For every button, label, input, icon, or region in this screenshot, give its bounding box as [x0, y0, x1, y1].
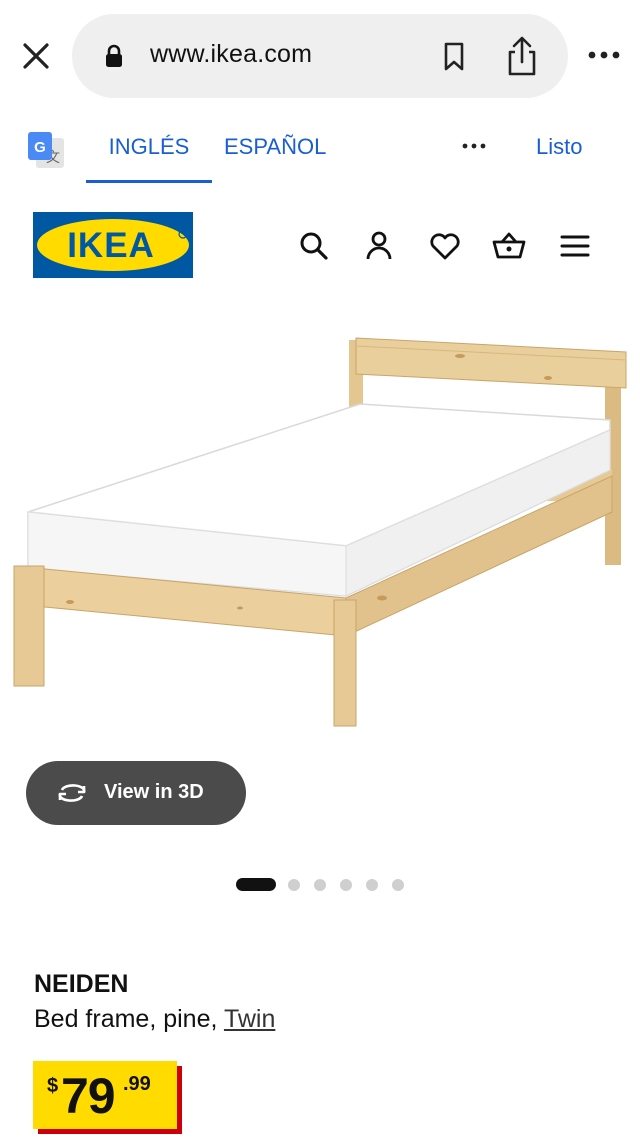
- url-text: www.ikea.com: [150, 40, 313, 68]
- tab-source-language[interactable]: INGLÉS: [86, 112, 212, 183]
- carousel-dot-active[interactable]: [236, 878, 276, 891]
- price-whole: 79: [61, 1068, 116, 1124]
- view-in-3d-button[interactable]: View in 3D: [26, 761, 246, 825]
- done-button[interactable]: Listo: [536, 112, 582, 180]
- tab-target-language[interactable]: ESPAÑOL: [224, 112, 326, 180]
- product-description: Bed frame, pine, Twin: [34, 1005, 275, 1034]
- address-bar[interactable]: www.ikea.com: [72, 14, 568, 98]
- product-image[interactable]: [0, 300, 640, 760]
- share-icon: [508, 36, 536, 76]
- svg-text:G: G: [34, 139, 46, 156]
- rotate-3d-icon: [58, 784, 86, 802]
- close-button[interactable]: [18, 38, 54, 74]
- basket-button[interactable]: [491, 228, 527, 264]
- share-button[interactable]: [502, 34, 542, 78]
- carousel-dot[interactable]: [288, 879, 300, 891]
- search-icon: [300, 232, 328, 260]
- search-button[interactable]: [296, 228, 332, 264]
- carousel-dot[interactable]: [366, 879, 378, 891]
- browser-more-button[interactable]: [584, 40, 624, 70]
- close-icon: [23, 43, 49, 69]
- translate-more-button[interactable]: [460, 136, 488, 156]
- more-horizontal-icon: [462, 143, 486, 149]
- hamburger-menu-icon: [560, 235, 590, 257]
- account-icon: [366, 231, 392, 260]
- svg-text:IKEA: IKEA: [67, 226, 155, 265]
- bookmark-button[interactable]: [436, 38, 472, 74]
- price-cents: .99: [123, 1073, 151, 1095]
- menu-button[interactable]: [557, 228, 593, 264]
- bookmark-icon: [444, 42, 464, 71]
- account-button[interactable]: [361, 228, 397, 264]
- browser-toolbar: www.ikea.com: [0, 0, 640, 110]
- price-tag: $ 79 .99: [33, 1061, 177, 1129]
- product-name: NEIDEN: [34, 970, 129, 998]
- carousel-dot[interactable]: [340, 879, 352, 891]
- google-translate-icon[interactable]: 文 G: [26, 130, 66, 170]
- product-description-text: Bed frame, pine,: [34, 1005, 218, 1033]
- price-currency: $: [47, 1075, 59, 1097]
- carousel-dot[interactable]: [392, 879, 404, 891]
- ikea-logo[interactable]: IKEA: [33, 212, 193, 278]
- more-horizontal-icon: [588, 51, 620, 59]
- carousel-dot[interactable]: [314, 879, 326, 891]
- wishlist-button[interactable]: [427, 228, 463, 264]
- lock-icon: [106, 44, 122, 67]
- product-size-link[interactable]: Twin: [224, 1005, 275, 1033]
- shopping-basket-icon: [492, 232, 526, 259]
- translate-bar: 文 G INGLÉS ESPAÑOL Listo: [0, 112, 640, 184]
- heart-icon: [430, 233, 460, 260]
- view-in-3d-label: View in 3D: [104, 781, 204, 803]
